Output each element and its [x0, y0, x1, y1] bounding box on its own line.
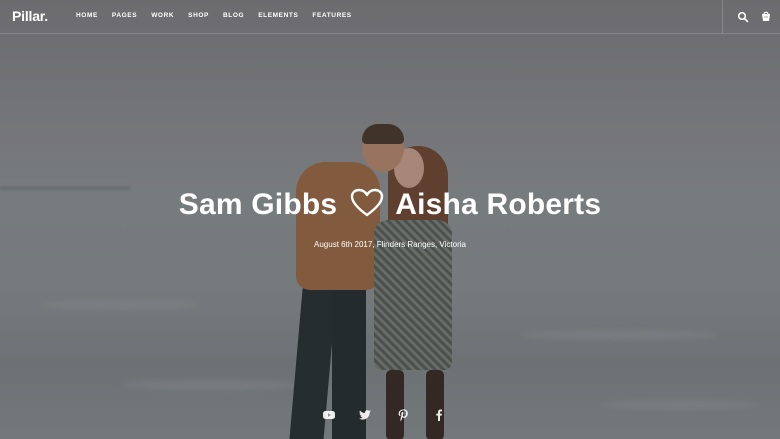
nav-item-work[interactable]: WORK	[151, 12, 174, 19]
nav-item-elements[interactable]: ELEMENTS	[258, 12, 298, 19]
site-header: Pillar. HOME PAGES WORK SHOP BLOG ELEMEN…	[0, 0, 780, 34]
hero-subtitle: August 6th 2017, Flinders Ranges, Victor…	[314, 240, 466, 249]
nav-item-pages[interactable]: PAGES	[112, 12, 137, 19]
facebook-icon[interactable]	[432, 408, 446, 422]
pinterest-icon[interactable]	[396, 408, 410, 422]
nav-item-features[interactable]: FEATURES	[312, 12, 351, 19]
nav-item-blog[interactable]: BLOG	[223, 12, 244, 19]
hero-title: Sam Gibbs Aisha Roberts	[0, 188, 780, 226]
youtube-icon[interactable]	[322, 408, 336, 422]
twitter-icon[interactable]	[358, 408, 372, 422]
site-logo[interactable]: Pillar.	[12, 8, 48, 24]
heart-icon	[350, 188, 384, 226]
hero-name-left: Sam Gibbs	[178, 188, 338, 221]
nav-item-shop[interactable]: SHOP	[188, 12, 209, 19]
header-divider	[722, 0, 723, 33]
hero-name-right: Aisha Roberts	[395, 188, 602, 221]
search-icon[interactable]	[737, 10, 749, 23]
main-nav: HOME PAGES WORK SHOP BLOG ELEMENTS FEATU…	[76, 12, 366, 19]
cart-icon[interactable]	[760, 10, 772, 22]
nav-item-home[interactable]: HOME	[76, 12, 98, 19]
